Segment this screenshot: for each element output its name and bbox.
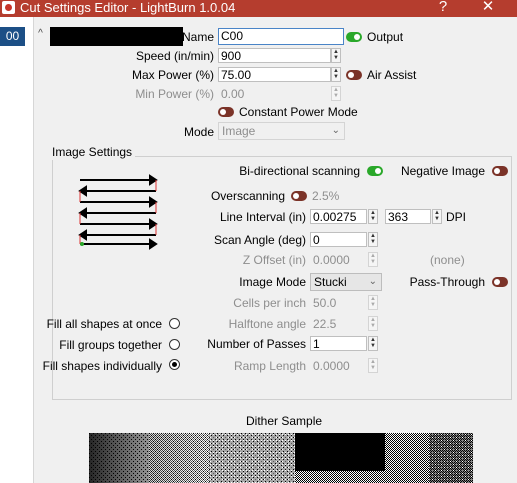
close-button[interactable]: ✕	[473, 0, 503, 15]
name-label: Name	[181, 30, 214, 44]
line-interval-spinner[interactable]: ▲ ▼	[368, 209, 378, 224]
dither-sample-title: Dither Sample	[246, 414, 323, 428]
bidirectional-toggle[interactable]	[367, 166, 383, 176]
speed-input[interactable]: 900	[218, 48, 331, 63]
max-power-label: Max Power (%)	[131, 68, 214, 82]
fill-individually-label: Fill shapes individually	[42, 359, 162, 373]
constant-power-toggle[interactable]	[218, 107, 234, 117]
dpi-label: DPI	[446, 210, 467, 224]
max-power-spinner[interactable]: ▲ ▼	[331, 67, 341, 82]
mode-dropdown: Image ⌄	[218, 122, 345, 140]
mode-label: Mode	[183, 125, 214, 139]
number-of-passes-label: Number of Passes	[207, 337, 306, 351]
cells-per-inch-label: Cells per inch	[233, 296, 306, 310]
dpi-input[interactable]: 363	[385, 209, 431, 224]
scan-angle-spinner[interactable]: ▲ ▼	[368, 232, 378, 247]
min-power-spinner: ▲ ▼	[331, 86, 341, 101]
negative-image-label: Negative Image	[400, 164, 485, 178]
min-power-label: Min Power (%)	[135, 87, 214, 101]
fill-individually-radio[interactable]	[169, 359, 180, 370]
scroll-up-button[interactable]: ^	[34, 27, 47, 41]
max-power-input[interactable]: 75.00	[218, 67, 331, 82]
min-power-input: 0.00	[218, 86, 331, 101]
line-interval-label: Line Interval (in)	[219, 210, 306, 224]
ramp-length-spinner: ▲ ▼	[368, 358, 378, 373]
dpi-spinner[interactable]: ▲ ▼	[432, 209, 442, 224]
line-interval-input[interactable]: 0.00275	[310, 209, 367, 224]
air-assist-label: Air Assist	[367, 68, 417, 82]
z-offset-input: 0.0000	[310, 252, 367, 267]
layer-list-selected-item[interactable]: 00	[0, 27, 25, 46]
ramp-length-input: 0.0000	[310, 358, 367, 373]
fill-all-radio[interactable]	[169, 318, 180, 329]
output-toggle[interactable]	[346, 32, 362, 42]
overscanning-value: 2.5%	[312, 189, 340, 203]
image-mode-value: Stucki	[314, 275, 347, 289]
pass-through-toggle[interactable]	[492, 277, 508, 287]
chevron-down-icon: ⌄	[331, 125, 340, 136]
name-input[interactable]: C00	[218, 28, 344, 45]
pass-through-label: Pass-Through	[409, 275, 485, 289]
constant-power-label: Constant Power Mode	[239, 105, 358, 119]
image-mode-label: Image Mode	[239, 275, 306, 289]
title-bar: Cut Settings Editor - LightBurn 1.0.04 ?…	[0, 0, 517, 17]
image-settings-title: Image Settings	[52, 144, 136, 160]
cells-per-inch-input: 50.0	[310, 295, 367, 310]
fill-all-label: Fill all shapes at once	[46, 317, 162, 331]
z-offset-spinner: ▲ ▼	[368, 252, 378, 267]
scan-angle-input[interactable]: 0	[310, 232, 367, 247]
overscanning-toggle[interactable]	[291, 191, 307, 201]
fill-groups-radio[interactable]	[169, 339, 180, 350]
halftone-angle-spinner: ▲ ▼	[368, 316, 378, 331]
image-mode-dropdown[interactable]: Stucki ⌄	[310, 273, 382, 291]
negative-image-toggle[interactable]	[492, 166, 508, 176]
dither-sample-image	[89, 433, 473, 483]
number-of-passes-spinner[interactable]: ▲ ▼	[368, 336, 378, 351]
window-title: Cut Settings Editor - LightBurn 1.0.04	[20, 0, 236, 15]
speed-label: Speed (in/min)	[135, 49, 214, 63]
scan-pattern-preview-icon	[78, 174, 158, 250]
number-of-passes-input[interactable]: 1	[310, 336, 367, 351]
halftone-angle-label: Halftone angle	[228, 317, 306, 331]
cells-per-inch-spinner: ▲ ▼	[368, 295, 378, 310]
scan-angle-label: Scan Angle (deg)	[213, 233, 306, 247]
chevron-down-icon: ⌄	[368, 276, 377, 287]
halftone-angle-input: 22.5	[310, 316, 367, 331]
ramp-length-label: Ramp Length	[233, 359, 306, 373]
z-offset-extra: (none)	[430, 253, 465, 267]
output-label: Output	[367, 30, 404, 44]
help-button[interactable]: ?	[428, 0, 458, 15]
fill-groups-label: Fill groups together	[59, 338, 162, 352]
speed-spinner[interactable]: ▲ ▼	[331, 48, 341, 63]
bidirectional-label: Bi-directional scanning	[239, 164, 360, 178]
z-offset-label: Z Offset (in)	[242, 253, 306, 267]
air-assist-toggle[interactable]	[346, 70, 362, 80]
mode-value: Image	[222, 124, 256, 138]
lightburn-app-icon	[2, 1, 15, 14]
layer-list	[0, 17, 34, 483]
overscanning-label: Overscanning	[210, 189, 285, 203]
